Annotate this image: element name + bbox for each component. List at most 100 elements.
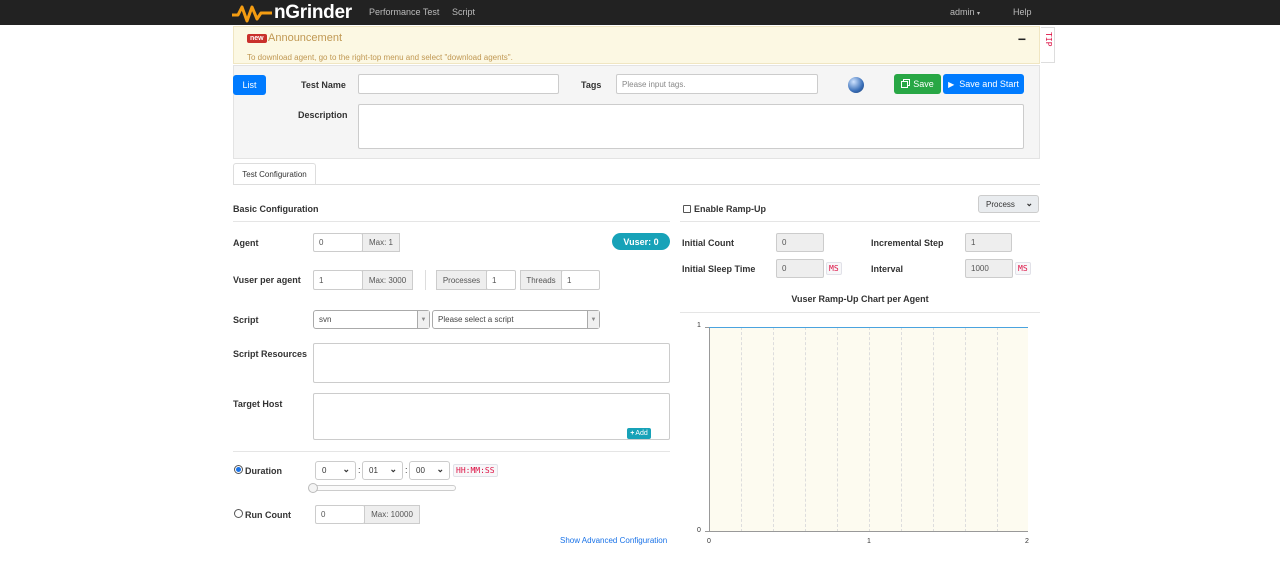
save-label: Save [913, 79, 934, 89]
dropdown-arrow-icon: ▼ [417, 311, 429, 328]
initial-sleep-input[interactable]: 0 [776, 259, 824, 278]
test-name-label: Test Name [301, 80, 346, 90]
script-resources-label: Script Resources [233, 349, 308, 359]
ms-unit-badge: MS [1015, 262, 1031, 275]
basic-config-heading: Basic Configuration [233, 204, 319, 214]
ngrinder-wave-icon [232, 5, 272, 23]
chart-y-tick-label: 1 [697, 322, 701, 329]
user-menu-label: admin [950, 7, 975, 17]
chart-x-tick-label: 2 [1025, 538, 1029, 545]
description-label: Description [298, 110, 348, 120]
divider [233, 451, 670, 452]
announcement-title[interactable]: Announcement [268, 32, 342, 44]
time-separator: : [405, 465, 408, 475]
chevron-down-icon: ⌄ [342, 464, 350, 474]
duration-seconds-value: 00 [416, 466, 425, 475]
add-host-label: Add [635, 430, 648, 437]
tags-input[interactable]: Please input tags. [616, 74, 818, 94]
tags-placeholder: Please input tags. [622, 79, 686, 89]
chart-gridline [773, 327, 774, 532]
vuser-per-agent-input[interactable]: 1 [313, 270, 363, 290]
add-host-button[interactable]: + Add [627, 428, 651, 439]
rampup-type-select[interactable]: Process ⌄ [978, 195, 1039, 213]
announcement-text: To download agent, go to the right-top m… [247, 53, 513, 62]
chevron-down-icon: ⌄ [389, 464, 397, 474]
script-repo-select[interactable]: svn ▼ [313, 310, 430, 329]
announcement-panel: new Announcement − To download agent, go… [233, 26, 1040, 64]
duration-slider-track[interactable] [313, 485, 456, 491]
threads-addon: Threads [520, 270, 562, 290]
processes-addon: Processes [436, 270, 487, 290]
plus-icon: + [630, 430, 635, 437]
tip-label: TIP [1044, 32, 1053, 47]
chart-gridline [933, 327, 934, 532]
user-menu[interactable]: admin ▾ [950, 7, 980, 17]
divider [680, 312, 1040, 313]
duration-radio[interactable] [234, 465, 243, 474]
run-count-label: Run Count [245, 510, 291, 520]
brand-name: nGrinder [274, 2, 352, 23]
divider [233, 221, 670, 222]
play-icon: ▶ [948, 79, 955, 89]
processes-input[interactable]: 1 [486, 270, 516, 290]
chart-title: Vuser Ramp-Up Chart per Agent [791, 294, 929, 304]
top-navbar: nGrinder Performance Test Script admin ▾… [0, 0, 1280, 25]
nav-script[interactable]: Script [452, 7, 475, 17]
script-repo-value: svn [319, 315, 332, 324]
chart-x-axis [709, 531, 1028, 532]
script-resources-box [313, 343, 670, 383]
duration-hours-value: 0 [322, 466, 327, 475]
script-label: Script [233, 315, 259, 325]
test-name-input[interactable] [358, 74, 559, 94]
tip-tab[interactable]: TIP [1041, 27, 1055, 63]
description-textarea[interactable] [358, 104, 1024, 149]
vuser-total-badge: Vuser: 0 [612, 233, 670, 250]
vuser-max-addon: Max: 3000 [362, 270, 413, 290]
show-advanced-config-link[interactable]: Show Advanced Configuration [560, 536, 667, 545]
chart-gridline [837, 327, 838, 532]
save-and-start-button[interactable]: ▶ Save and Start [943, 74, 1024, 94]
separator [425, 270, 426, 290]
script-select-placeholder: Please select a script [438, 315, 514, 324]
run-count-input[interactable]: 0 [315, 505, 365, 524]
caret-down-icon: ▾ [977, 11, 981, 17]
duration-label: Duration [245, 466, 282, 476]
target-host-label: Target Host [233, 399, 283, 409]
list-button[interactable]: List [233, 75, 266, 95]
globe-icon[interactable] [848, 77, 864, 93]
save-button[interactable]: Save [894, 74, 941, 94]
chart-x-tick-label: 0 [707, 538, 711, 545]
copy-icon [901, 80, 909, 88]
ms-unit-badge: MS [826, 262, 842, 275]
chart-y-axis [709, 327, 710, 532]
interval-input[interactable]: 1000 [965, 259, 1013, 278]
incremental-step-input[interactable]: 1 [965, 233, 1012, 252]
duration-seconds-select[interactable]: 00 ⌄ [409, 461, 450, 480]
chart-x-tick-label: 1 [867, 538, 871, 545]
tab-divider [233, 184, 1040, 185]
threads-input[interactable]: 1 [561, 270, 600, 290]
brand-logo[interactable]: nGrinder [232, 2, 352, 24]
nav-performance-test[interactable]: Performance Test [369, 7, 439, 17]
script-select[interactable]: Please select a script ▼ [432, 310, 600, 329]
initial-count-label: Initial Count [682, 238, 734, 248]
chart-gridline [869, 327, 870, 532]
run-count-radio[interactable] [234, 509, 243, 518]
rampup-type-value: Process [986, 199, 1015, 209]
duration-minutes-select[interactable]: 01 ⌄ [362, 461, 403, 480]
new-badge: new [247, 34, 267, 43]
enable-rampup-label: Enable Ramp-Up [694, 204, 767, 214]
chart-y-tick-label: 0 [697, 527, 701, 534]
agent-count-input[interactable]: 0 [313, 233, 363, 252]
chart-gridline [901, 327, 902, 532]
enable-rampup-checkbox[interactable] [683, 205, 691, 213]
interval-label: Interval [871, 264, 904, 274]
help-link[interactable]: Help [1013, 7, 1032, 17]
duration-hours-select[interactable]: 0 ⌄ [315, 461, 356, 480]
tab-test-configuration[interactable]: Test Configuration [233, 163, 316, 185]
vuser-per-agent-label: Vuser per agent [233, 275, 301, 285]
chart-gridline [805, 327, 806, 532]
duration-slider-handle[interactable] [308, 483, 318, 493]
initial-count-input[interactable]: 0 [776, 233, 824, 252]
collapse-button[interactable]: − [1018, 31, 1026, 47]
